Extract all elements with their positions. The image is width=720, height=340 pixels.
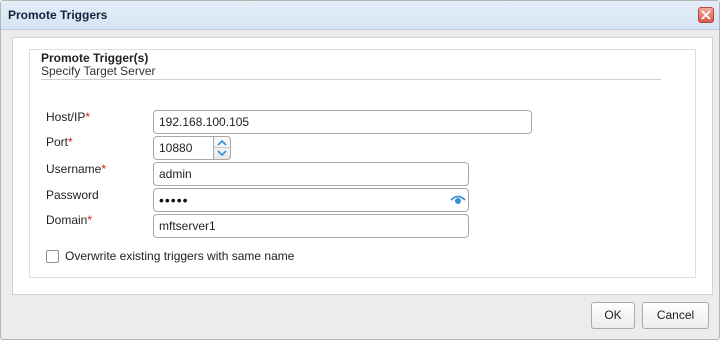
domain-label: Domain* [46,213,93,227]
domain-input[interactable]: mftserver1 [153,214,469,238]
close-icon [701,10,711,20]
promote-triggers-dialog: Promote Triggers Promote Trigger(s) Spec… [0,0,720,340]
dialog-titlebar: Promote Triggers [1,1,719,30]
username-input[interactable]: admin [153,162,469,186]
cancel-button[interactable]: Cancel [642,302,709,329]
overwrite-checkbox-label[interactable]: Overwrite existing triggers with same na… [65,249,294,263]
section-title: Promote Trigger(s) [41,51,149,65]
eye-icon[interactable] [450,194,466,206]
password-label: Password [46,188,99,202]
ok-button[interactable]: OK [591,302,635,329]
port-spinner [213,136,231,160]
section-divider [41,79,661,80]
port-stepper[interactable]: 10880 [153,136,231,160]
port-increment-button[interactable] [214,137,230,148]
password-masked-value: ••••• [159,192,189,208]
port-decrement-button[interactable] [214,148,230,159]
host-label: Host/IP* [46,110,91,124]
dialog-title: Promote Triggers [8,8,108,22]
host-input[interactable]: 192.168.100.105 [153,110,532,134]
chevron-up-icon [217,139,227,146]
required-marker: * [87,213,93,227]
chevron-down-icon [217,150,227,157]
password-input[interactable]: ••••• [153,188,469,212]
required-marker: * [85,110,91,124]
required-marker: * [68,135,73,149]
port-value: 10880 [159,141,193,155]
section-subtitle: Specify Target Server [41,64,156,78]
overwrite-checkbox[interactable] [46,250,59,263]
dialog-body: Promote Trigger(s) Specify Target Server… [12,37,713,295]
port-label: Port* [46,135,73,149]
required-marker: * [101,162,107,176]
close-button[interactable] [698,7,714,23]
username-label: Username* [46,162,107,176]
